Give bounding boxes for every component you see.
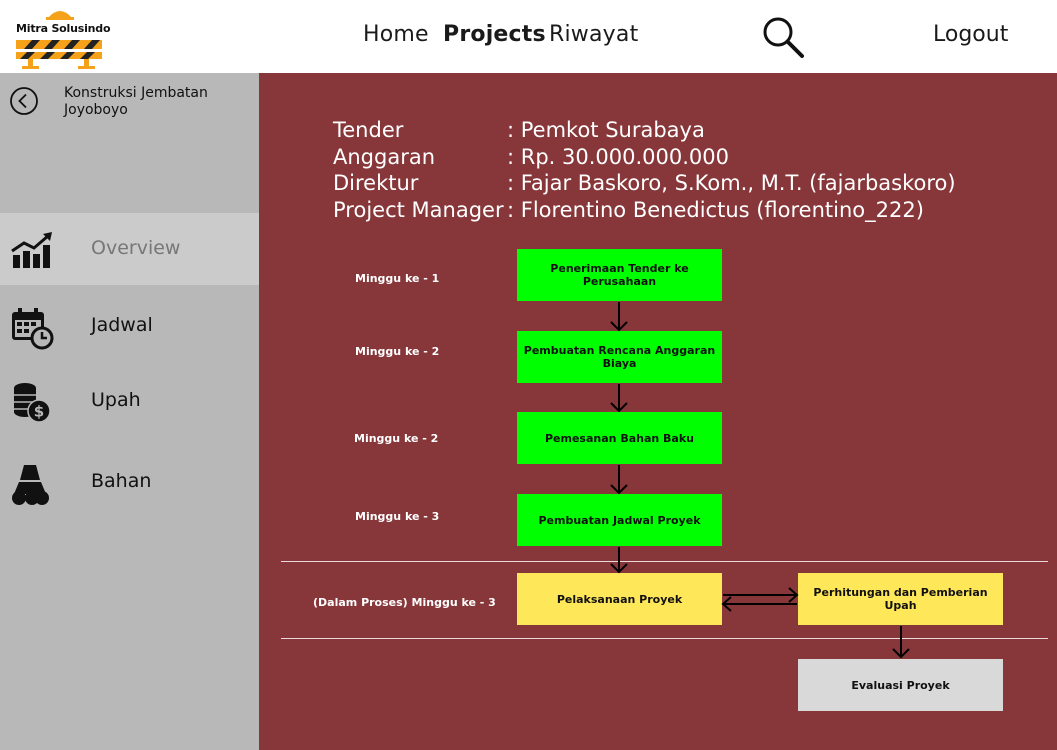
sidebar-item-label: Overview: [91, 237, 181, 259]
flow-step-jadwal-proyek[interactable]: Pembuatan Jadwal Proyek: [517, 494, 722, 546]
info-key: Tender: [333, 118, 404, 142]
flow-step-pemesanan-bahan[interactable]: Pemesanan Bahan Baku: [517, 412, 722, 464]
company-logo[interactable]: Mitra Solusindo: [14, 6, 111, 70]
info-key: Anggaran: [333, 144, 436, 169]
arrow-down-icon: [610, 384, 628, 413]
week-label: Minggu ke - 1: [355, 272, 440, 285]
info-value: : Pemkot Surabaya: [507, 118, 705, 142]
sidebar-item-overview[interactable]: Overview: [0, 213, 259, 285]
week-label: Minggu ke - 2: [355, 345, 440, 358]
chart-growth-icon: [10, 229, 54, 273]
sidebar-item-label: Bahan: [91, 470, 152, 492]
main-content: Tender : Pemkot Surabaya Anggaran : Rp. …: [259, 73, 1057, 750]
sidebar-item-jadwal[interactable]: Jadwal: [0, 290, 259, 362]
flow-step-rencana-anggaran[interactable]: Pembuatan Rencana Anggaran Biaya: [517, 331, 722, 383]
arrow-down-icon: [892, 626, 910, 659]
arrow-down-icon: [610, 302, 628, 332]
sidebar: Konstruksi Jembatan Joyoboyo Overview Ja…: [0, 73, 259, 750]
arrow-right-icon: [723, 587, 799, 603]
back-circle-icon[interactable]: [9, 86, 39, 116]
search-icon[interactable]: [760, 14, 806, 60]
arrow-down-icon: [610, 465, 628, 495]
info-value: : Rp. 30.000.000.000: [507, 144, 730, 169]
top-header: Mitra Solusindo Home Projects Riwayat Lo…: [0, 0, 1057, 73]
arrow-left-icon: [721, 596, 797, 612]
week-label: (Dalam Proses) Minggu ke - 3: [313, 596, 496, 609]
materials-icon: [10, 462, 54, 506]
sidebar-item-label: Upah: [91, 389, 141, 411]
nav-projects[interactable]: Projects: [443, 22, 546, 47]
week-label: Minggu ke - 2: [354, 432, 439, 445]
week-label: Minggu ke - 3: [355, 510, 440, 523]
project-name: Konstruksi Jembatan Joyoboyo: [64, 85, 208, 118]
sidebar-item-bahan[interactable]: Bahan: [0, 446, 259, 518]
flow-step-penerimaan-tender[interactable]: Penerimaan Tender ke Perusahaan: [517, 249, 722, 301]
flow-step-pelaksanaan-proyek[interactable]: Pelaksanaan Proyek: [517, 573, 722, 625]
calendar-clock-icon: [10, 306, 54, 350]
app-root: Mitra Solusindo Home Projects Riwayat Lo…: [0, 0, 1057, 750]
nav-home[interactable]: Home: [363, 22, 429, 47]
logo-text: Mitra Solusindo: [16, 22, 111, 35]
nav-riwayat[interactable]: Riwayat: [549, 22, 638, 47]
info-key: Project Manager: [333, 197, 504, 222]
flow-step-perhitungan-upah[interactable]: Perhitungan dan Pemberian Upah: [798, 573, 1003, 625]
sidebar-item-upah[interactable]: $ Upah: [0, 365, 259, 437]
arrow-down-icon: [610, 547, 628, 574]
info-value: : Fajar Baskoro, S.Kom., M.T. (fajarbask…: [507, 171, 956, 195]
sidebar-item-label: Jadwal: [91, 314, 153, 336]
divider: [281, 638, 1048, 639]
svg-text:$: $: [34, 403, 44, 421]
flow-step-evaluasi-proyek[interactable]: Evaluasi Proyek: [798, 659, 1003, 711]
info-value: : Florentino Benedictus (florentino_222): [507, 197, 924, 222]
coins-dollar-icon: $: [10, 381, 54, 425]
logout-button[interactable]: Logout: [933, 22, 1008, 47]
info-key: Direktur: [333, 171, 419, 195]
divider: [281, 561, 1048, 562]
barrier-logo-icon: [16, 11, 102, 69]
